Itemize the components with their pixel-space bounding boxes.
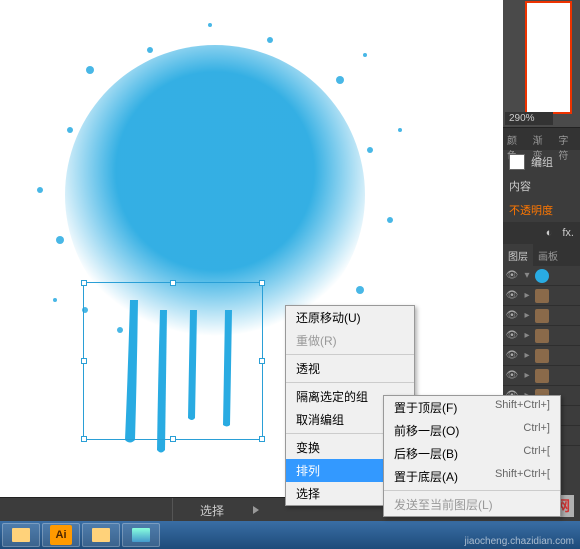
appearance-bar: ◐ fx. — [503, 222, 580, 244]
layer-row[interactable]: 👁 ▸ — [503, 346, 580, 366]
expand-caret-icon[interactable]: ▾ — [521, 270, 533, 281]
status-dropdown-icon[interactable] — [253, 506, 259, 514]
navigator-thumbnail[interactable]: 290% — [503, 0, 580, 128]
layer-row[interactable]: 👁 ▸ — [503, 306, 580, 326]
opacity-icon[interactable]: ◐ — [546, 227, 553, 239]
status-tool-label: 选择 — [200, 502, 224, 519]
submenu-bring-to-front[interactable]: 置于顶层(F) Shift+Ctrl+] — [384, 396, 560, 419]
tab-layers[interactable]: 图层 — [503, 244, 533, 266]
layer-row[interactable]: 👁 ▸ — [503, 286, 580, 306]
submenu-label: 置于底层(A) — [394, 468, 458, 485]
visibility-toggle-icon[interactable]: 👁 — [503, 330, 521, 341]
submenu-label: 发送至当前图层(L) — [394, 496, 493, 513]
layer-color-swatch — [535, 289, 549, 303]
properties-panel: 编组 内容 不透明度 — [503, 150, 580, 222]
tab-character[interactable]: 字符 — [554, 128, 580, 150]
folder-icon — [92, 528, 110, 542]
expand-caret-icon[interactable]: ▸ — [521, 290, 533, 301]
layer-color-swatch — [535, 269, 549, 283]
navigator-viewport-box[interactable] — [525, 1, 572, 114]
content-label: 内容 — [509, 178, 531, 194]
taskbar-app[interactable] — [122, 523, 160, 547]
shortcut-text: Ctrl+] — [523, 422, 550, 439]
status-separator — [172, 498, 173, 522]
submenu-send-backward[interactable]: 后移一层(B) Ctrl+[ — [384, 442, 560, 465]
expand-caret-icon[interactable]: ▸ — [521, 310, 533, 321]
submenu-send-to-current-layer: 发送至当前图层(L) — [384, 493, 560, 516]
layer-color-swatch — [535, 349, 549, 363]
taskbar-app[interactable] — [2, 523, 40, 547]
submenu-label: 置于顶层(F) — [394, 399, 457, 416]
fill-swatch[interactable] — [509, 154, 525, 170]
zoom-level[interactable]: 290% — [505, 112, 553, 125]
visibility-toggle-icon[interactable]: 👁 — [503, 270, 521, 281]
layer-row[interactable]: 👁 ▸ — [503, 366, 580, 386]
taskbar-app-illustrator[interactable]: Ai — [42, 523, 80, 547]
watermark-url: jiaocheng.chazidian.com — [464, 536, 574, 547]
tab-artboards[interactable]: 画板 — [533, 244, 563, 266]
layer-row[interactable]: 👁 ▸ — [503, 326, 580, 346]
group-row: 编组 — [503, 150, 580, 174]
menu-separator — [286, 382, 414, 383]
layer-row[interactable]: 👁 ▾ — [503, 266, 580, 286]
menu-separator — [286, 354, 414, 355]
visibility-toggle-icon[interactable]: 👁 — [503, 310, 521, 321]
visibility-toggle-icon[interactable]: 👁 — [503, 350, 521, 361]
visibility-toggle-icon[interactable]: 👁 — [503, 290, 521, 301]
expand-caret-icon[interactable]: ▸ — [521, 330, 533, 341]
shortcut-text: Shift+Ctrl+[ — [495, 468, 550, 485]
menu-redo: 重做(R) — [286, 329, 414, 352]
expand-caret-icon[interactable]: ▸ — [521, 370, 533, 381]
app-icon — [132, 528, 150, 542]
menu-separator — [384, 490, 560, 491]
menu-label: 选择 — [296, 487, 320, 501]
submenu-label: 前移一层(O) — [394, 422, 459, 439]
color-panel-tabs: 颜色 渐变 字符 — [503, 128, 580, 150]
fx-button[interactable]: fx. — [562, 227, 574, 239]
tab-gradient[interactable]: 渐变 — [529, 128, 555, 150]
submenu-label: 后移一层(B) — [394, 445, 458, 462]
shortcut-text: Shift+Ctrl+] — [495, 399, 550, 416]
content-row[interactable]: 内容 — [503, 174, 580, 198]
menu-undo[interactable]: 还原移动(U) — [286, 306, 414, 329]
layer-color-swatch — [535, 329, 549, 343]
layer-color-swatch — [535, 309, 549, 323]
visibility-toggle-icon[interactable]: 👁 — [503, 370, 521, 381]
group-label: 编组 — [531, 154, 553, 170]
taskbar-app[interactable] — [82, 523, 120, 547]
menu-perspective[interactable]: 透视 — [286, 357, 414, 380]
submenu-bring-forward[interactable]: 前移一层(O) Ctrl+] — [384, 419, 560, 442]
layer-color-swatch — [535, 369, 549, 383]
illustrator-icon: Ai — [50, 525, 72, 545]
folder-icon — [12, 528, 30, 542]
tab-color[interactable]: 颜色 — [503, 128, 529, 150]
arrange-submenu: 置于顶层(F) Shift+Ctrl+] 前移一层(O) Ctrl+] 后移一层(B… — [383, 395, 561, 517]
menu-label: 排列 — [296, 464, 320, 478]
submenu-send-to-back[interactable]: 置于底层(A) Shift+Ctrl+[ — [384, 465, 560, 488]
menu-label: 变换 — [296, 441, 320, 455]
opacity-row[interactable]: 不透明度 — [503, 198, 580, 222]
shortcut-text: Ctrl+[ — [523, 445, 550, 462]
layers-panel-tabs: 图层 画板 — [503, 244, 580, 266]
expand-caret-icon[interactable]: ▸ — [521, 350, 533, 361]
opacity-label: 不透明度 — [509, 202, 553, 218]
